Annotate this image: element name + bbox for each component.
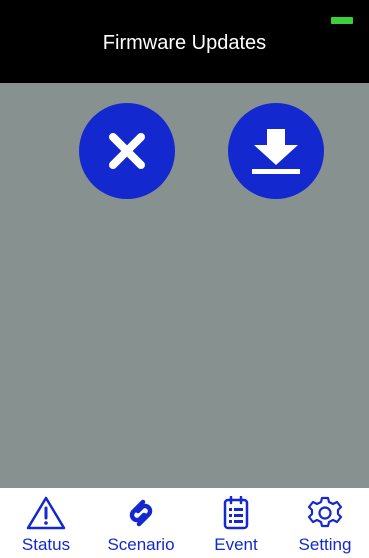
link-icon-wrap: [95, 496, 187, 530]
tab-scenario[interactable]: Scenario: [95, 488, 187, 558]
tab-bar: Status Scenario Event Setting: [0, 488, 369, 558]
calendar-list-icon: [223, 496, 249, 530]
warning-triangle-icon: [26, 496, 66, 530]
gear-icon: [307, 496, 343, 528]
battery-indicator: [331, 17, 353, 24]
warning-triangle-icon-wrap: [0, 496, 92, 530]
cancel-button[interactable]: [79, 103, 175, 199]
tab-event[interactable]: Event: [190, 488, 282, 558]
tab-label-scenario: Scenario: [107, 535, 175, 554]
calendar-list-icon-wrap: [190, 496, 282, 530]
download-icon: [252, 129, 300, 174]
tab-setting[interactable]: Setting: [279, 488, 369, 558]
tab-label-status: Status: [21, 535, 71, 554]
tab-label-setting: Setting: [298, 535, 352, 554]
gear-icon-wrap: [279, 496, 369, 530]
close-icon: [109, 133, 145, 169]
tab-label-event: Event: [214, 535, 258, 554]
header-bar: Firmware Updates: [0, 0, 369, 83]
download-button[interactable]: [228, 103, 324, 199]
firmware-updates-screen: Firmware Updates Status Scenario Event S…: [0, 0, 369, 558]
tab-status[interactable]: Status: [0, 488, 92, 558]
content-area: [0, 83, 369, 488]
page-title: Firmware Updates: [102, 32, 267, 54]
link-icon: [129, 499, 153, 527]
